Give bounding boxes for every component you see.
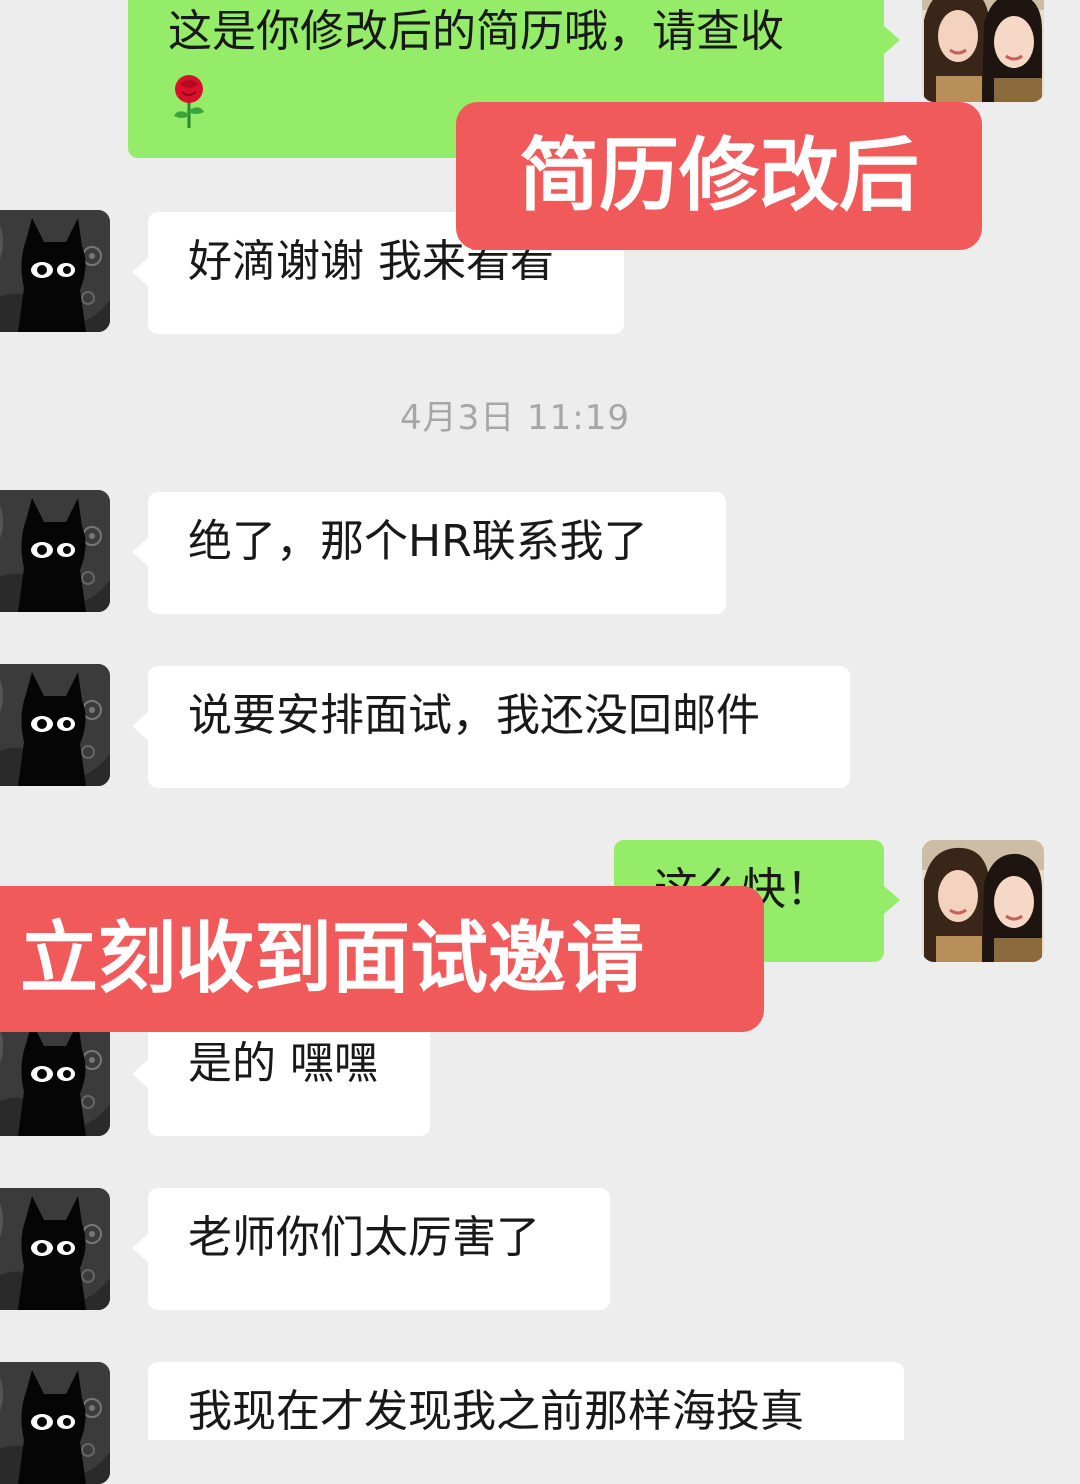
overlay-text: 立刻收到面试邀请 (20, 914, 645, 1004)
black-cat-icon (0, 210, 110, 332)
overlay-label-resume-revised: 简历修改后 (456, 102, 982, 250)
contact-avatar[interactable] (0, 210, 110, 332)
two-women-photo-icon (922, 0, 1044, 102)
two-women-photo-icon (922, 840, 1044, 962)
self-avatar[interactable] (922, 840, 1044, 962)
contact-avatar[interactable] (0, 664, 110, 786)
message-bubble-incoming[interactable]: 说要安排面试，我还没回邮件 (132, 666, 850, 788)
message-text: 老师你们太厉害了 (188, 1212, 540, 1263)
self-avatar[interactable] (922, 0, 1044, 102)
message-text: 是的 嘿嘿 (188, 1038, 378, 1089)
black-cat-icon (0, 1362, 110, 1484)
black-cat-icon (0, 1014, 110, 1136)
message-text: 我现在才发现我之前那样海投真 (188, 1386, 804, 1437)
rose-icon (174, 75, 204, 128)
contact-avatar[interactable] (0, 1188, 110, 1310)
message-text: 说要安排面试，我还没回邮件 (188, 690, 760, 741)
black-cat-icon (0, 664, 110, 786)
message-bubble-incoming[interactable]: 绝了，那个HR联系我了 (132, 492, 726, 614)
black-cat-icon (0, 490, 110, 612)
message-text: 绝了，那个HR联系我了 (188, 516, 648, 567)
overlay-label-interview-invite: 立刻收到面试邀请 (0, 886, 764, 1032)
contact-avatar[interactable] (0, 490, 110, 612)
message-text: 这是你修改后的简历哦，请查收 (168, 6, 784, 57)
message-bubble-incoming[interactable]: 老师你们太厉害了 (132, 1188, 610, 1310)
overlay-text: 简历修改后 (519, 129, 919, 222)
chat-timestamp: 4月3日 11:19 (399, 398, 631, 438)
message-bubble-incoming[interactable]: 是的 嘿嘿 (132, 1014, 430, 1136)
black-cat-icon (0, 1188, 110, 1310)
contact-avatar[interactable] (0, 1014, 110, 1136)
message-bubble-incoming[interactable]: 我现在才发现我之前那样海投真 (148, 1362, 904, 1440)
contact-avatar[interactable] (0, 1362, 110, 1484)
